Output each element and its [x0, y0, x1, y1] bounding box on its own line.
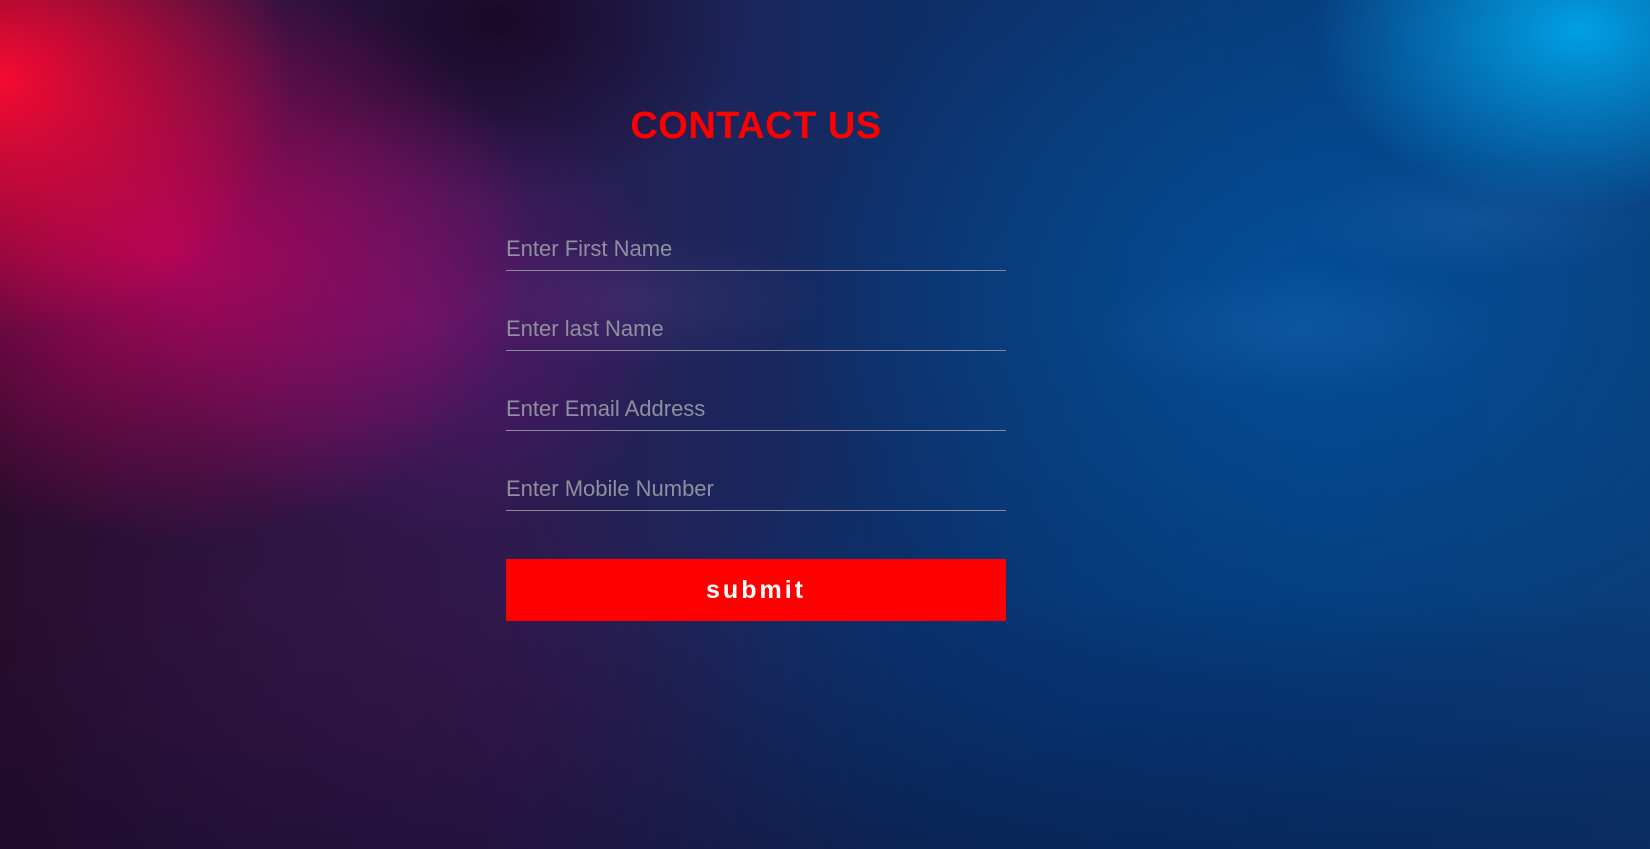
email-input[interactable] — [506, 387, 1006, 431]
last-name-input[interactable] — [506, 307, 1006, 351]
mobile-row — [506, 431, 1006, 511]
page-title: CONTACT US — [630, 105, 882, 147]
last-name-row — [506, 271, 1006, 351]
email-row — [506, 351, 1006, 431]
first-name-row — [506, 156, 1006, 271]
mobile-number-input[interactable] — [506, 467, 1006, 511]
contact-form: CONTACT US submit — [506, 96, 1006, 621]
submit-button[interactable]: submit — [506, 559, 1006, 621]
first-name-input[interactable] — [506, 227, 1006, 271]
